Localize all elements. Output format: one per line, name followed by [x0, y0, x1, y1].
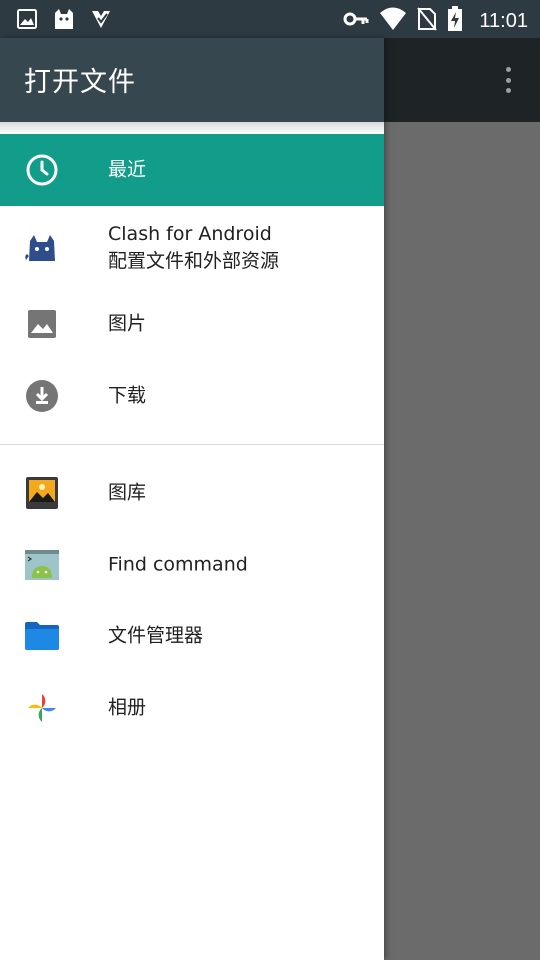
vpn-key-icon [343, 6, 369, 36]
app-item-label: 相册 [108, 696, 147, 719]
app-item-label: 文件管理器 [108, 624, 204, 647]
clock-icon [24, 152, 60, 188]
root-item-downloads[interactable]: 下载 [0, 360, 384, 432]
app-notification-icon [90, 8, 112, 34]
section-divider [0, 444, 384, 445]
cat-notification-icon [52, 7, 76, 35]
scrim[interactable] [384, 122, 540, 960]
app-item-label: 图库 [108, 481, 147, 504]
drawer-header: 打开文件 [0, 38, 384, 122]
root-item-recent[interactable]: 最近 [0, 134, 384, 206]
root-item-subtitle: 配置文件和外部资源 [108, 250, 280, 272]
image-icon [24, 306, 60, 342]
status-bar: 11:01 [0, 0, 540, 38]
root-item-clash[interactable]: Clash for Android 配置文件和外部资源 [0, 212, 384, 284]
app-item-file-manager[interactable]: 文件管理器 [0, 600, 384, 672]
download-icon [24, 378, 60, 414]
overflow-menu-icon[interactable] [498, 67, 518, 93]
app-item-label: Find command [108, 553, 248, 576]
folder-icon [24, 618, 60, 654]
image-notification-icon [16, 8, 38, 34]
drawer-title: 打开文件 [24, 67, 136, 98]
root-item-title: Clash for Android [108, 223, 272, 245]
photos-pinwheel-icon [24, 690, 60, 726]
no-sim-icon [417, 6, 438, 36]
notification-icons [16, 7, 112, 35]
root-item-label: 图片 [108, 312, 147, 335]
gallery-icon [24, 475, 60, 511]
wifi-icon [379, 6, 407, 36]
navigation-drawer: 打开文件 最近 Clash for Android 配置文件和外部资源 图片 下… [0, 38, 384, 960]
status-clock: 11:01 [479, 9, 528, 32]
root-item-label: 最近 [108, 158, 147, 181]
battery-charging-icon [447, 6, 463, 36]
app-item-photos[interactable]: 相册 [0, 672, 384, 744]
android-terminal-icon [24, 547, 60, 583]
header-shadow [0, 122, 384, 134]
root-item-images[interactable]: 图片 [0, 288, 384, 360]
app-item-gallery[interactable]: 图库 [0, 457, 384, 529]
root-item-label: 下载 [108, 384, 147, 407]
system-icons: 11:01 [343, 6, 528, 36]
app-item-find-command[interactable]: Find command [0, 529, 384, 601]
clash-cat-icon [24, 230, 60, 266]
